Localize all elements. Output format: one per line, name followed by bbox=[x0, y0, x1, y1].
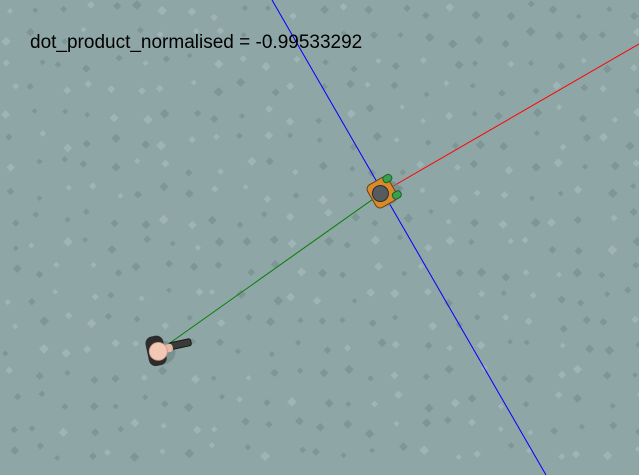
perpendicular-axis-line bbox=[271, 0, 547, 475]
dot-product-readout: dot_product_normalised = -0.99533292 bbox=[30, 32, 362, 54]
facing-direction-vector bbox=[382, 43, 639, 193]
player-character[interactable] bbox=[144, 329, 194, 368]
readout-separator: = bbox=[233, 32, 256, 53]
readout-value: -0.99533292 bbox=[255, 32, 363, 53]
game-viewport[interactable]: dot_product_normalised = -0.99533292 bbox=[0, 0, 639, 475]
readout-label: dot_product_normalised bbox=[30, 32, 234, 53]
enemy-soldier[interactable] bbox=[365, 172, 405, 211]
target-direction-vector bbox=[159, 191, 384, 351]
vector-overlay bbox=[144, 0, 639, 475]
